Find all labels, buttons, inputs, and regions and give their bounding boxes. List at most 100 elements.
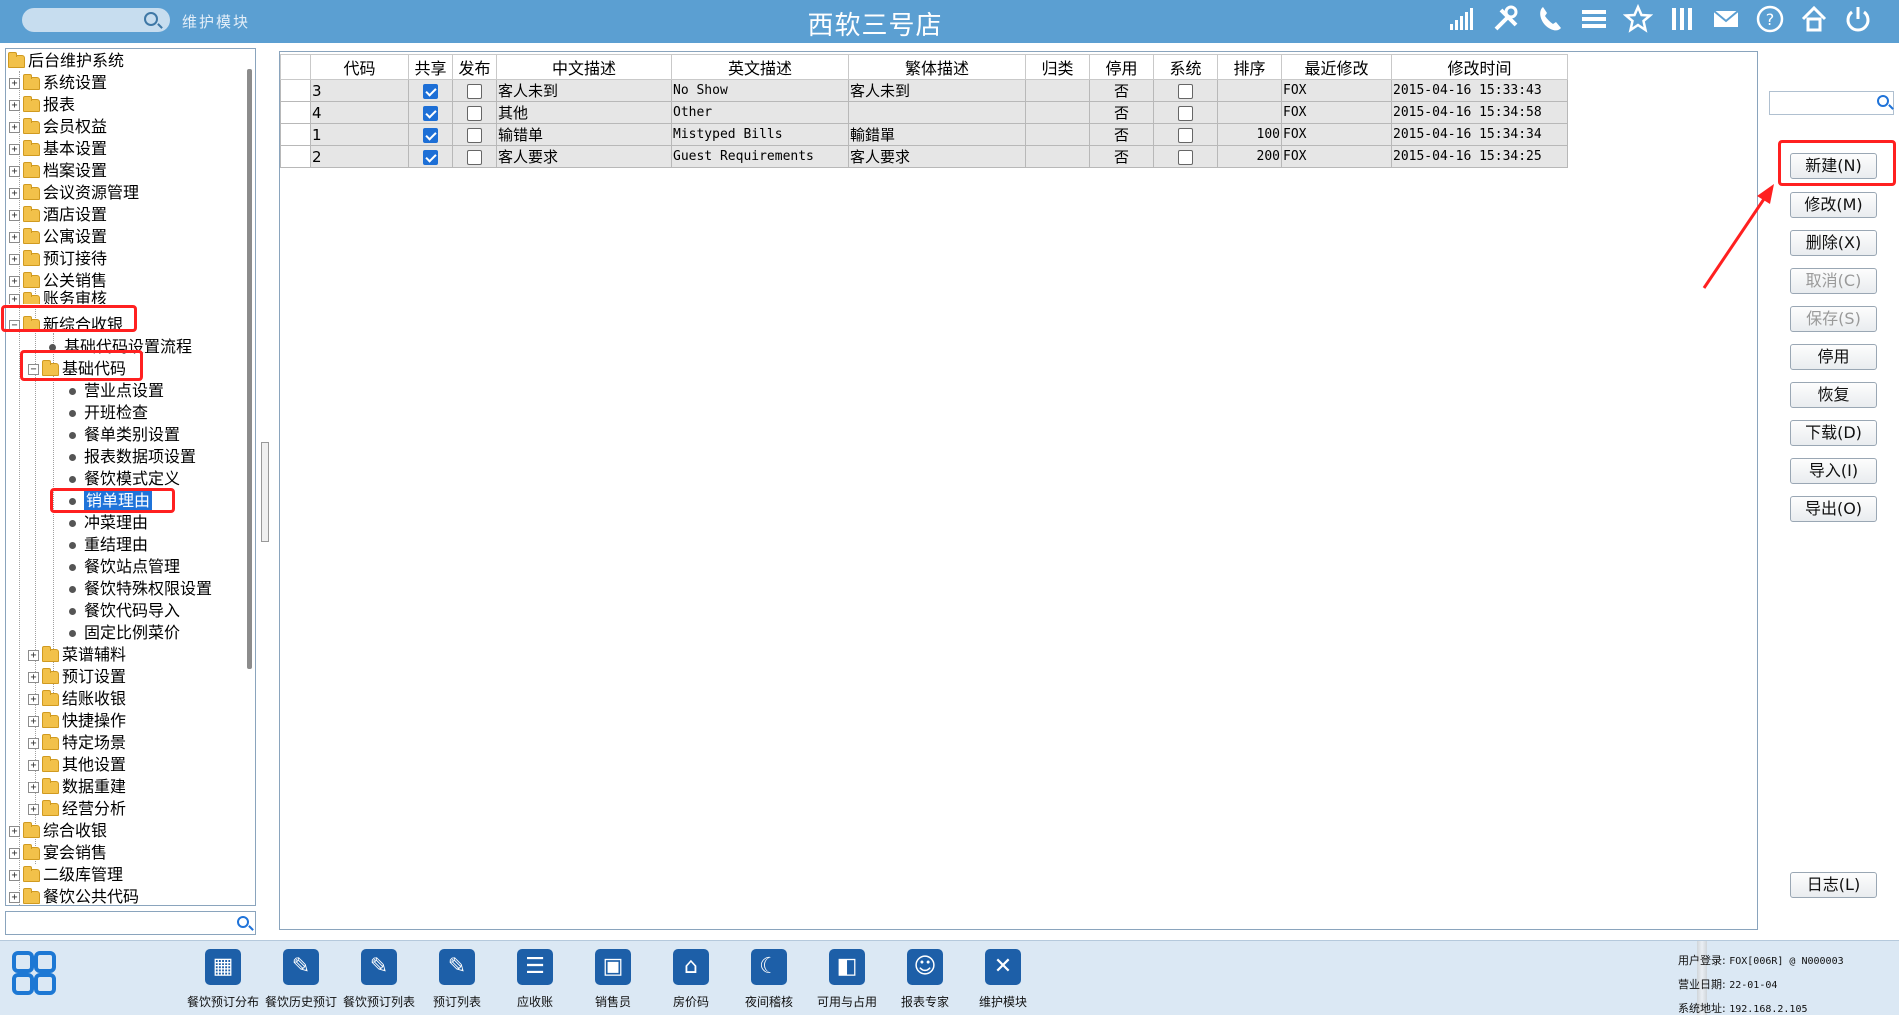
tree-item-pr-sales[interactable]: + 公关销售 [9,270,107,292]
column-header[interactable]: 系统 [1153,54,1218,80]
cell-system[interactable] [1153,101,1218,124]
expand-icon[interactable]: + [28,715,39,727]
cell-en[interactable]: No Show [671,79,849,102]
mail-icon[interactable] [1709,4,1743,38]
expand-icon[interactable]: + [9,253,20,265]
cell-order[interactable] [1217,101,1282,124]
expand-icon[interactable]: + [9,143,20,155]
cell-system[interactable] [1153,123,1218,146]
cell-en[interactable]: Mistyped Bills [671,123,849,146]
tree-item-scenarios[interactable]: + 特定场景 [28,732,126,754]
cell-time[interactable]: 2015-04-16 15:33:43 [1391,79,1568,102]
tree-leaf-report-items[interactable]: 报表数据项设置 [67,446,196,468]
cell-system[interactable] [1153,145,1218,168]
row-selector[interactable] [280,101,311,124]
cancel-button[interactable]: 取消(C) [1790,268,1877,294]
cell-disabled[interactable]: 否 [1089,123,1154,146]
tree-item-reservation[interactable]: + 预订接待 [9,248,107,270]
cell-code[interactable]: 2 [310,145,409,168]
expand-icon[interactable]: + [28,671,39,683]
shared-checkbox[interactable] [423,83,438,99]
taskbar-item[interactable]: ✎ 预订列表 [418,949,496,1010]
cell-code[interactable]: 4 [310,101,409,124]
tree-leaf-code-import[interactable]: 餐饮代码导入 [67,600,180,622]
cell-modifier[interactable]: FOX [1281,79,1392,102]
columns-icon[interactable] [1665,4,1699,38]
taskbar-item[interactable]: ◧ 可用与占用 [808,949,886,1010]
cell-category[interactable] [1025,145,1090,168]
tree-item-basic-codes[interactable]: − 基础代码 [28,358,126,380]
cell-tw[interactable]: 客人要求 [848,145,1026,168]
shared-checkbox[interactable] [423,149,438,165]
star-icon[interactable] [1621,3,1655,38]
expand-icon[interactable]: + [9,825,20,837]
row-selector[interactable] [280,79,311,102]
published-checkbox[interactable] [467,149,482,165]
menu-icon[interactable] [1577,4,1611,38]
cell-disabled[interactable]: 否 [1089,79,1154,102]
log-button[interactable]: 日志(L) [1790,872,1877,898]
expand-icon[interactable]: + [9,187,20,199]
tree-item-data-rebuild[interactable]: + 数据重建 [28,776,126,798]
tree-leaf-reverse-reason[interactable]: 冲菜理由 [67,512,148,534]
cell-code[interactable]: 3 [310,79,409,102]
cell-zh[interactable]: 客人要求 [496,145,672,168]
expand-icon[interactable]: + [28,781,39,793]
table-row[interactable]: 1 输错单 Mistyped Bills 輸錯單 否 100 FOX 2015-04-16 1… [280,123,1568,146]
cell-published[interactable] [452,101,497,124]
tree-search-input[interactable] [5,911,256,935]
cell-published[interactable] [452,123,497,146]
row-selector[interactable] [280,145,311,168]
new-button[interactable]: 新建(N) [1790,153,1877,179]
tree-leaf-fixed-ratio-price[interactable]: 固定比例菜价 [67,622,180,644]
tree-scrollbar[interactable] [247,69,252,669]
tree-leaf-outlet-settings[interactable]: 营业点设置 [67,380,164,402]
cell-shared[interactable] [408,101,453,124]
tree-leaf-menu-category[interactable]: 餐单类别设置 [67,424,180,446]
disable-button[interactable]: 停用 [1790,344,1877,370]
cell-order[interactable]: 200 [1217,145,1282,168]
cell-published[interactable] [452,145,497,168]
tree-item-secondary-store[interactable]: + 二级库管理 [9,864,123,886]
cell-order[interactable]: 100 [1217,123,1282,146]
expand-icon[interactable]: + [28,737,39,749]
cell-published[interactable] [452,79,497,102]
system-checkbox[interactable] [1178,149,1193,165]
cell-order[interactable] [1217,79,1282,102]
taskbar-item[interactable]: ✎ 餐饮历史预订 [262,949,340,1010]
tree-item-hotel-settings[interactable]: + 酒店设置 [9,204,107,226]
cell-disabled[interactable]: 否 [1089,145,1154,168]
published-checkbox[interactable] [467,83,482,99]
column-header[interactable]: 发布 [452,54,497,80]
delete-button[interactable]: 删除(X) [1790,230,1877,256]
expand-icon[interactable]: + [9,891,20,903]
table-row[interactable]: 3 客人未到 No Show 客人未到 否 FOX 2015-04-16 15:33:43 [280,79,1568,102]
tree-item-other-settings[interactable]: + 其他设置 [28,754,126,776]
column-header[interactable]: 停用 [1089,54,1154,80]
collapse-icon[interactable]: − [9,319,20,331]
cell-en[interactable]: Other [671,101,849,124]
expand-icon[interactable]: + [9,77,20,89]
column-header[interactable]: 修改时间 [1391,54,1568,80]
collapse-icon[interactable]: − [28,363,39,375]
column-header[interactable]: 英文描述 [671,54,849,80]
taskbar-item[interactable]: ⌂ 房价码 [652,949,730,1010]
cell-tw[interactable]: 客人未到 [848,79,1026,102]
cell-time[interactable]: 2015-04-16 15:34:58 [1391,101,1568,124]
cell-code[interactable]: 1 [310,123,409,146]
modify-button[interactable]: 修改(M) [1790,192,1877,218]
power-icon[interactable] [1841,4,1875,38]
grid-search-input[interactable] [1769,91,1894,115]
tree-item-checkout[interactable]: + 结账收银 [28,688,126,710]
expand-icon[interactable]: + [28,649,39,661]
tree-leaf-special-permissions[interactable]: 餐饮特殊权限设置 [67,578,212,600]
taskbar-item[interactable]: ☺ 报表专家 [886,949,964,1010]
help-icon[interactable]: ? [1753,4,1787,38]
cell-shared[interactable] [408,123,453,146]
tree-item-member-rights[interactable]: + 会员权益 [9,116,107,138]
expand-icon[interactable]: + [9,209,20,221]
tree-item-banquet-sales[interactable]: + 宴会销售 [9,842,107,864]
column-header[interactable]: 共享 [408,54,453,80]
expand-icon[interactable]: + [28,693,39,705]
table-row[interactable]: 4 其他 Other 否 FOX 2015-04-16 15:34:58 [280,101,1568,124]
